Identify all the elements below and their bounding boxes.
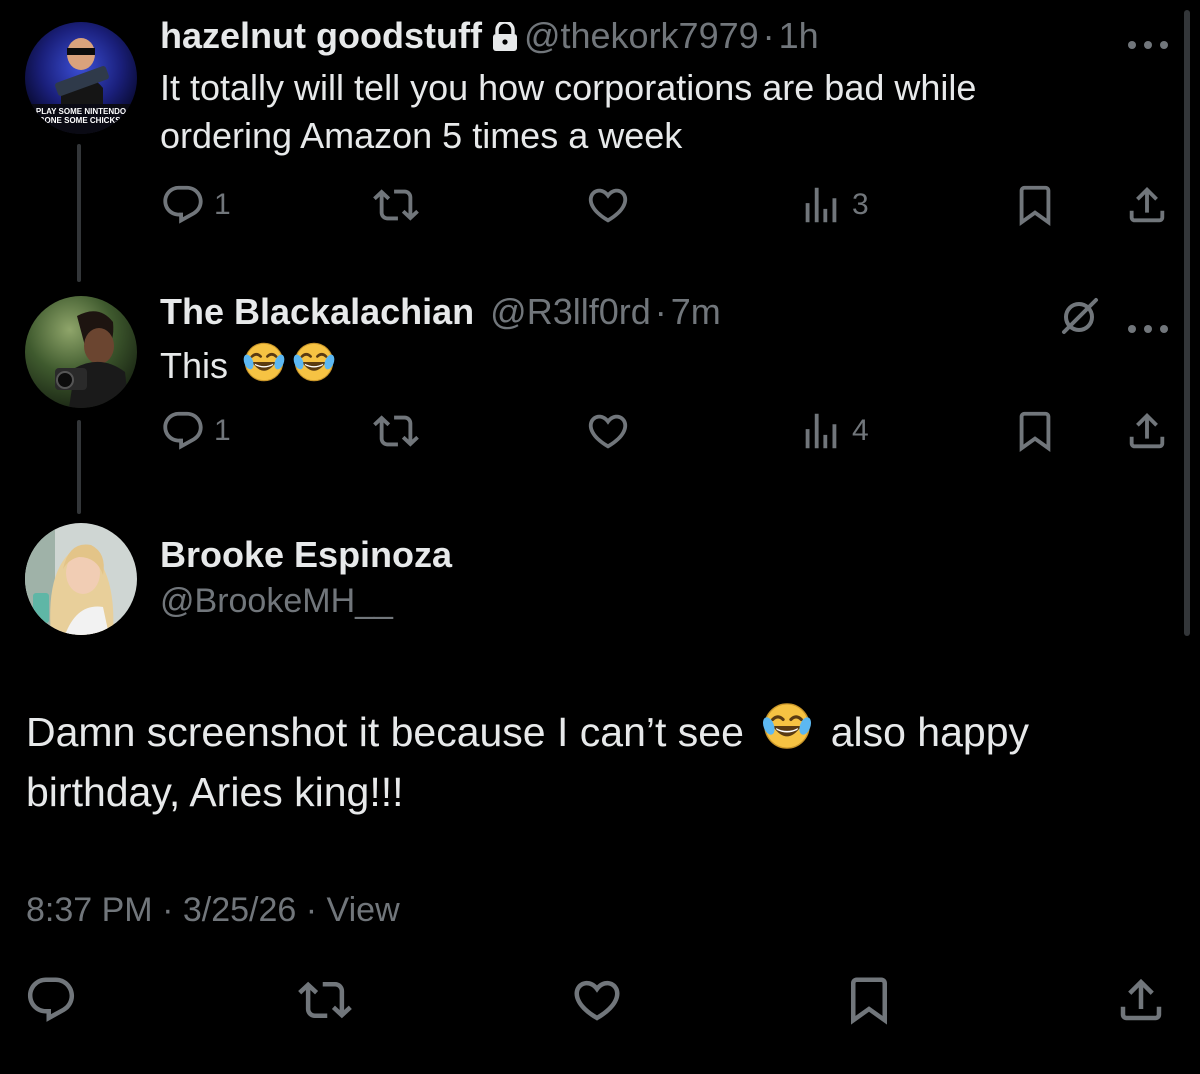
views-count: 4	[852, 414, 869, 447]
reply-button[interactable]: 1	[160, 182, 231, 228]
share-button[interactable]	[1124, 182, 1170, 228]
scrollbar[interactable]	[1184, 10, 1190, 636]
tweet-text: This	[160, 340, 336, 390]
face-with-tears-of-joy-icon	[761, 700, 813, 752]
retweet-icon	[298, 973, 352, 1027]
timestamp[interactable]: 1h	[779, 15, 819, 56]
separator-dot: ·	[762, 15, 775, 56]
face-with-tears-of-joy-icon	[242, 340, 286, 384]
tweet-text-line: It totally will tell you how corporation…	[160, 67, 977, 108]
bookmark-button[interactable]	[1012, 182, 1058, 228]
bookmark-icon	[1012, 182, 1058, 228]
separator-dot: ·	[654, 291, 667, 332]
tweet-header: The Blackalachian @R3llf0rd · 7m	[160, 290, 721, 334]
tweet-text-segment: also happy	[830, 709, 1030, 755]
display-name[interactable]: hazelnut goodstuff	[160, 15, 482, 56]
bar-chart-icon	[798, 182, 844, 228]
bookmark-button[interactable]	[1012, 408, 1058, 454]
heart-icon	[570, 973, 624, 1027]
share-button[interactable]	[1114, 973, 1168, 1027]
tweet-text-segment: Damn screenshot it because I can’t see	[26, 709, 744, 755]
tweet-text-line: Damn screenshot it because I can’t see a…	[26, 700, 1176, 762]
views-button[interactable]: 4	[798, 408, 869, 454]
tweet-time[interactable]: 8:37 PM	[26, 891, 153, 929]
avatar-caption: PLAY SOME NINTENDO	[36, 107, 126, 116]
tweet-date[interactable]: 3/25/26	[183, 891, 296, 929]
avatar-caption: BONE SOME CHICKS!	[39, 116, 123, 125]
share-icon	[1114, 973, 1168, 1027]
tweet-meta: 8:37 PM · 3/25/26 · View	[26, 888, 400, 932]
like-button[interactable]	[585, 408, 631, 454]
user-handle[interactable]: @BrookeMH__	[160, 578, 452, 624]
reply-count: 1	[214, 188, 231, 221]
reply-bubble-icon	[160, 182, 206, 228]
tweet-text-line: ordering Amazon 5 times a week	[160, 115, 683, 156]
separator-dot: ·	[305, 891, 318, 929]
display-name[interactable]: The Blackalachian	[160, 291, 474, 332]
thread-connector-line	[77, 420, 81, 514]
avatar[interactable]	[25, 296, 137, 408]
reply-bubble-icon	[160, 408, 206, 454]
more-horizontal-icon[interactable]	[1126, 308, 1170, 342]
share-button[interactable]	[1124, 408, 1170, 454]
heart-icon	[585, 408, 631, 454]
tweet-text-line: birthday, Aries king!!!	[26, 769, 404, 815]
retweet-icon	[373, 182, 419, 228]
bookmark-icon	[842, 973, 896, 1027]
thread-connector-line	[77, 144, 81, 282]
grok-slash-icon[interactable]	[1058, 294, 1102, 343]
bar-chart-icon	[798, 408, 844, 454]
separator-dot: ·	[162, 891, 174, 929]
like-button[interactable]	[570, 973, 624, 1027]
lock-icon	[492, 18, 518, 62]
retweet-icon	[373, 408, 419, 454]
reply-bubble-icon	[24, 973, 78, 1027]
tweet-header: hazelnut goodstuff @thekork7979 · 1h	[160, 14, 819, 62]
view-link[interactable]: View	[327, 891, 400, 929]
bookmark-icon	[1012, 408, 1058, 454]
timestamp[interactable]: 7m	[671, 291, 721, 332]
more-horizontal-icon[interactable]	[1126, 24, 1170, 58]
tweet-text: It totally will tell you how corporation…	[160, 64, 1160, 160]
retweet-button[interactable]	[373, 182, 419, 228]
display-name[interactable]: Brooke Espinoza	[160, 532, 452, 578]
share-icon	[1124, 182, 1170, 228]
retweet-button[interactable]	[373, 408, 419, 454]
main-tweet-text: Damn screenshot it because I can’t see a…	[26, 700, 1176, 822]
face-with-tears-of-joy-icon	[292, 340, 336, 384]
avatar[interactable]: PLAY SOME NINTENDO BONE SOME CHICKS!	[25, 22, 137, 134]
share-icon	[1124, 408, 1170, 454]
user-handle[interactable]: @thekork7979	[524, 15, 759, 56]
avatar[interactable]	[25, 523, 137, 635]
user-handle[interactable]: @R3llf0rd	[490, 291, 651, 332]
views-button[interactable]: 3	[798, 182, 869, 228]
retweet-button[interactable]	[298, 973, 352, 1027]
tweet-text-line: This	[160, 345, 229, 386]
bookmark-button[interactable]	[842, 973, 896, 1027]
heart-icon	[585, 182, 631, 228]
views-count: 3	[852, 188, 869, 221]
reply-button[interactable]	[24, 973, 78, 1027]
like-button[interactable]	[585, 182, 631, 228]
author-name-block: Brooke Espinoza @BrookeMH__	[160, 532, 452, 624]
reply-button[interactable]: 1	[160, 408, 231, 454]
reply-count: 1	[214, 414, 231, 447]
